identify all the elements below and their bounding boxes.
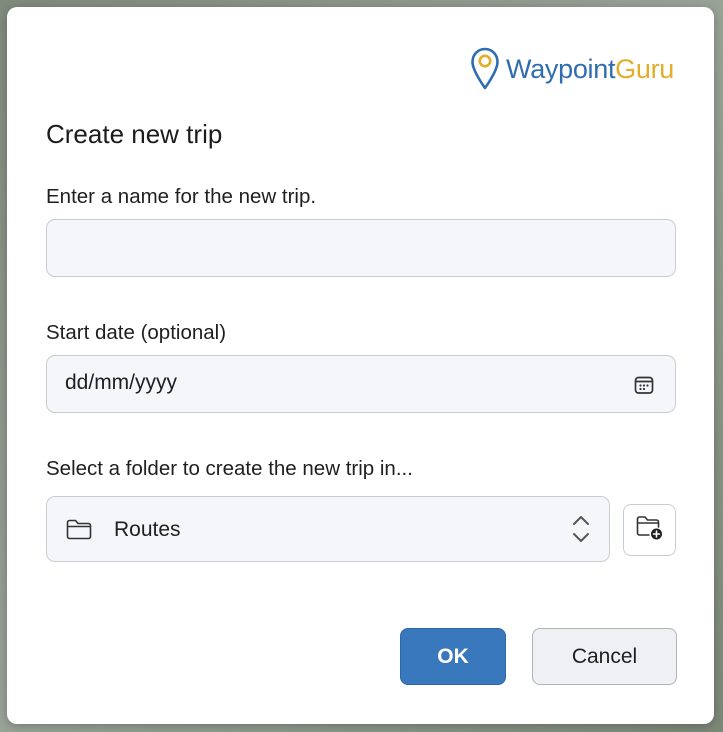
logo-wordmark-guru: Guru <box>615 53 674 84</box>
folder-add-icon <box>636 515 664 546</box>
folder-icon <box>66 519 92 545</box>
trip-name-input[interactable] <box>47 220 675 276</box>
cancel-button[interactable]: Cancel <box>532 628 677 685</box>
folder-select-label: Select a folder to create the new trip i… <box>46 457 413 480</box>
folder-select[interactable]: Routes <box>46 496 610 562</box>
map-pin-icon <box>470 47 500 91</box>
logo-wordmark-waypoint: Waypoint <box>506 53 616 84</box>
start-date-placeholder: dd/mm/yyyy <box>65 371 178 394</box>
folder-selected-value: Routes <box>114 518 181 541</box>
start-date-label: Start date (optional) <box>46 321 227 344</box>
trip-name-label: Enter a name for the new trip. <box>46 185 317 208</box>
trip-name-field-container <box>46 219 676 277</box>
new-folder-button[interactable] <box>623 504 676 556</box>
create-trip-dialog: WaypointGuru Create new trip Enter a nam… <box>7 7 714 724</box>
waypointguru-logo: WaypointGuru <box>470 46 674 92</box>
dialog-title: Create new trip <box>46 119 223 149</box>
ok-button[interactable]: OK <box>400 628 506 685</box>
chevron-up-down-icon <box>571 514 591 549</box>
calendar-icon[interactable] <box>633 374 655 396</box>
start-date-input[interactable]: dd/mm/yyyy <box>46 355 676 413</box>
logo-wordmark: WaypointGuru <box>506 54 674 85</box>
